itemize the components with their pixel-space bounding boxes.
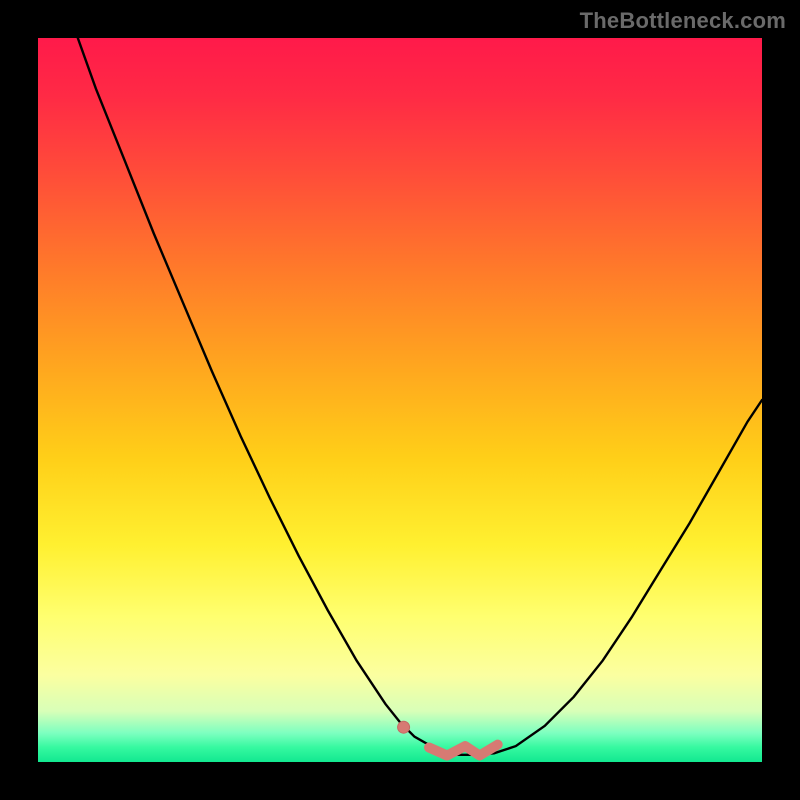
plot-area bbox=[38, 38, 762, 762]
marker-circle bbox=[398, 721, 410, 733]
curve-svg bbox=[38, 38, 762, 762]
attribution-label: TheBottleneck.com bbox=[580, 8, 786, 34]
bottleneck-curve bbox=[78, 38, 762, 755]
chart-frame: TheBottleneck.com bbox=[0, 0, 800, 800]
